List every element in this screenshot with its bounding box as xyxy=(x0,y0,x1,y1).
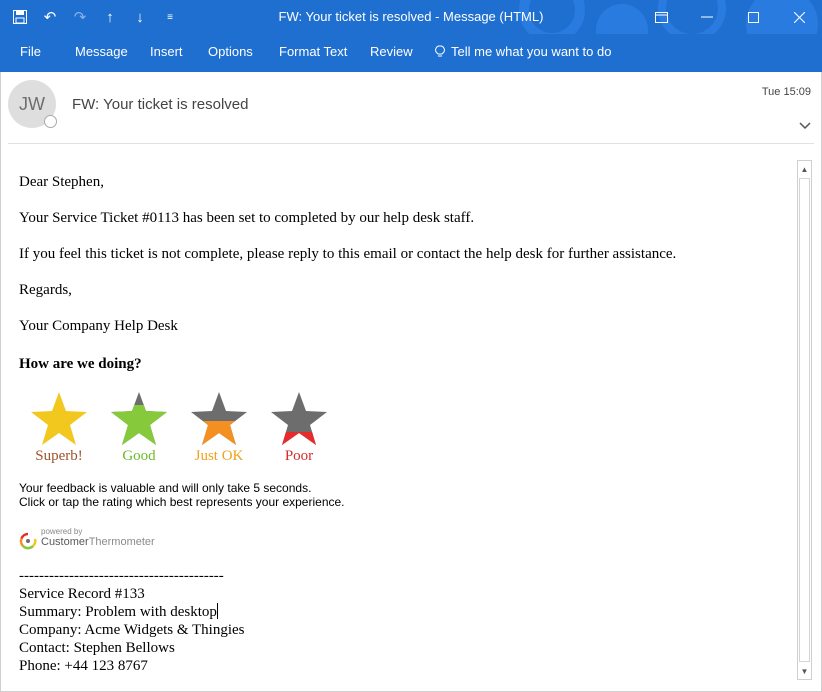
signature: Your Company Help Desk xyxy=(19,318,178,335)
text-cursor xyxy=(217,603,218,619)
window-controls xyxy=(638,0,822,34)
scroll-thumb[interactable] xyxy=(799,178,810,662)
rating-superb[interactable]: Superb! xyxy=(29,391,89,465)
tab-format-text[interactable]: Format Text xyxy=(279,44,347,59)
message-subject: FW: Your ticket is resolved xyxy=(72,96,248,113)
rating-label: Poor xyxy=(269,448,329,465)
chevron-down-icon[interactable] xyxy=(799,118,811,133)
ribbon-tabs: File Message Insert Options Format Text … xyxy=(0,34,822,72)
message-header: JW FW: Your ticket is resolved Tue 15:09 xyxy=(0,72,822,144)
presence-icon xyxy=(44,115,57,128)
tab-message[interactable]: Message xyxy=(75,44,128,59)
greeting: Dear Stephen, xyxy=(19,174,104,191)
powered-by-label: powered by xyxy=(41,527,82,536)
rating-star-icon xyxy=(30,391,88,446)
body-line-2: If you feel this ticket is not complete,… xyxy=(19,246,676,263)
company-line: Company: Acme Widgets & Thingies xyxy=(19,621,245,639)
close-icon[interactable] xyxy=(776,0,822,34)
summary-text: Summary: Problem with desktop xyxy=(19,604,217,620)
service-record: Service Record #133 xyxy=(19,585,145,603)
ribbon-display-options-icon[interactable] xyxy=(638,0,684,34)
brand-name: CustomerThermometer xyxy=(41,536,155,548)
brand-name-part-2: Thermometer xyxy=(89,536,155,548)
separator-line: ----------------------------------------… xyxy=(19,567,224,585)
rating-good[interactable]: Good xyxy=(109,391,169,465)
minimize-icon[interactable] xyxy=(684,0,730,34)
rating-label: Superb! xyxy=(29,448,89,465)
summary-line: Summary: Problem with desktop xyxy=(19,603,218,621)
rating-label: Good xyxy=(109,448,169,465)
rating-just-ok[interactable]: Just OK xyxy=(189,391,249,465)
contact-line: Contact: Stephen Bellows xyxy=(19,639,175,657)
phone-line: Phone: +44 123 8767 xyxy=(19,657,148,675)
scroll-down-icon[interactable]: ▼ xyxy=(798,663,811,679)
tab-insert[interactable]: Insert xyxy=(150,44,183,59)
brand-name-part-1: Customer xyxy=(41,536,89,548)
customer-thermometer-logo-icon xyxy=(19,532,37,550)
rating-label: Just OK xyxy=(189,448,249,465)
tell-me-label: Tell me what you want to do xyxy=(451,44,611,59)
feedback-line-1: Your feedback is valuable and will only … xyxy=(19,481,311,495)
tab-file[interactable]: File xyxy=(20,44,41,59)
powered-by-logo[interactable]: powered by CustomerThermometer xyxy=(19,527,169,553)
tab-options[interactable]: Options xyxy=(208,44,253,59)
vertical-scrollbar[interactable]: ▲ ▼ xyxy=(797,160,812,680)
body-line-1: Your Service Ticket #0113 has been set t… xyxy=(19,210,474,227)
title-bar: ↶ ↷ ↑ ↓ ≡ FW: Your ticket is resolved - … xyxy=(0,0,822,34)
tell-me-search[interactable]: Tell me what you want to do xyxy=(435,44,611,59)
rating-poor[interactable]: Poor xyxy=(269,391,329,465)
scroll-up-icon[interactable]: ▲ xyxy=(798,161,811,177)
tab-review[interactable]: Review xyxy=(370,44,413,59)
survey-heading: How are we doing? xyxy=(19,356,142,373)
maximize-icon[interactable] xyxy=(730,0,776,34)
message-time: Tue 15:09 xyxy=(762,86,811,98)
rating-star-icon xyxy=(110,391,168,446)
lightbulb-icon xyxy=(435,45,445,58)
rating-star-icon xyxy=(270,391,328,446)
feedback-line-2: Click or tap the rating which best repre… xyxy=(19,495,345,509)
rating-star-icon xyxy=(190,391,248,446)
regards: Regards, xyxy=(19,282,72,299)
